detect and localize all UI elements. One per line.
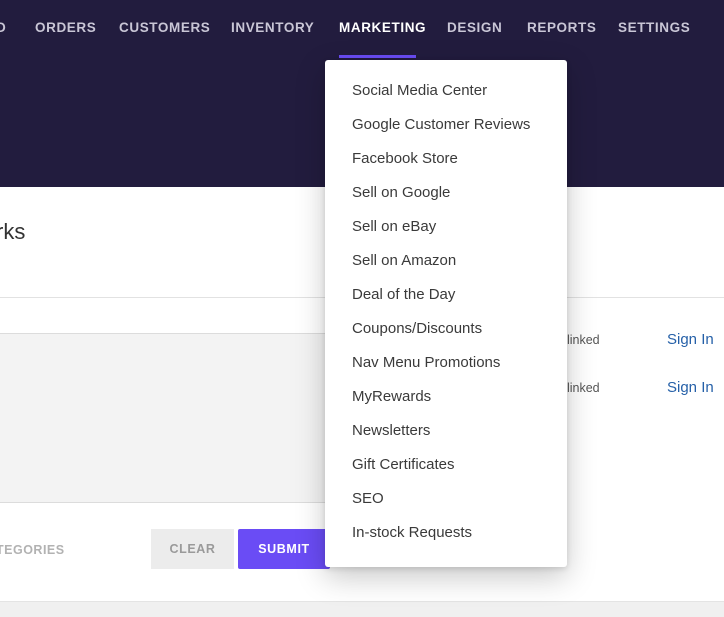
menu-item-gift-certificates[interactable]: Gift Certificates [325,454,567,488]
nav-item-design[interactable]: DESIGN [447,20,502,35]
content-panel [0,333,326,503]
clear-button[interactable]: CLEAR [151,529,234,569]
menu-item-newsletters[interactable]: Newsletters [325,420,567,454]
nav-item-dashboard[interactable]: D [0,20,6,35]
main-nav: D ORDERS CUSTOMERS INVENTORY MARKETING D… [0,0,724,58]
menu-item-coupons-discounts[interactable]: Coupons/Discounts [325,318,567,352]
menu-item-facebook-store[interactable]: Facebook Store [325,148,567,182]
nav-item-settings[interactable]: SETTINGS [618,20,690,35]
menu-item-google-customer-reviews[interactable]: Google Customer Reviews [325,114,567,148]
categories-label[interactable]: TEGORIES [0,543,65,557]
menu-item-myrewards[interactable]: MyRewards [325,386,567,420]
nav-item-orders[interactable]: ORDERS [35,20,96,35]
marketing-dropdown-menu: Social Media Center Google Customer Revi… [325,60,567,567]
nav-item-marketing[interactable]: MARKETING [339,20,426,35]
menu-item-seo[interactable]: SEO [325,488,567,522]
menu-item-sell-on-ebay[interactable]: Sell on eBay [325,216,567,250]
menu-item-in-stock-requests[interactable]: In-stock Requests [325,522,567,556]
nav-item-reports[interactable]: REPORTS [527,20,596,35]
menu-item-sell-on-amazon[interactable]: Sell on Amazon [325,250,567,284]
menu-item-nav-menu-promotions[interactable]: Nav Menu Promotions [325,352,567,386]
footer-bar [0,601,724,617]
page-title: rks [0,219,26,244]
sign-in-link-2[interactable]: Sign In [667,379,714,396]
active-nav-indicator [339,55,416,58]
menu-item-social-media-center[interactable]: Social Media Center [325,80,567,114]
nav-item-inventory[interactable]: INVENTORY [231,20,314,35]
nav-item-customers[interactable]: CUSTOMERS [119,20,210,35]
sign-in-link-1[interactable]: Sign In [667,331,714,348]
menu-item-deal-of-the-day[interactable]: Deal of the Day [325,284,567,318]
submit-button[interactable]: SUBMIT [238,529,330,569]
menu-item-sell-on-google[interactable]: Sell on Google [325,182,567,216]
